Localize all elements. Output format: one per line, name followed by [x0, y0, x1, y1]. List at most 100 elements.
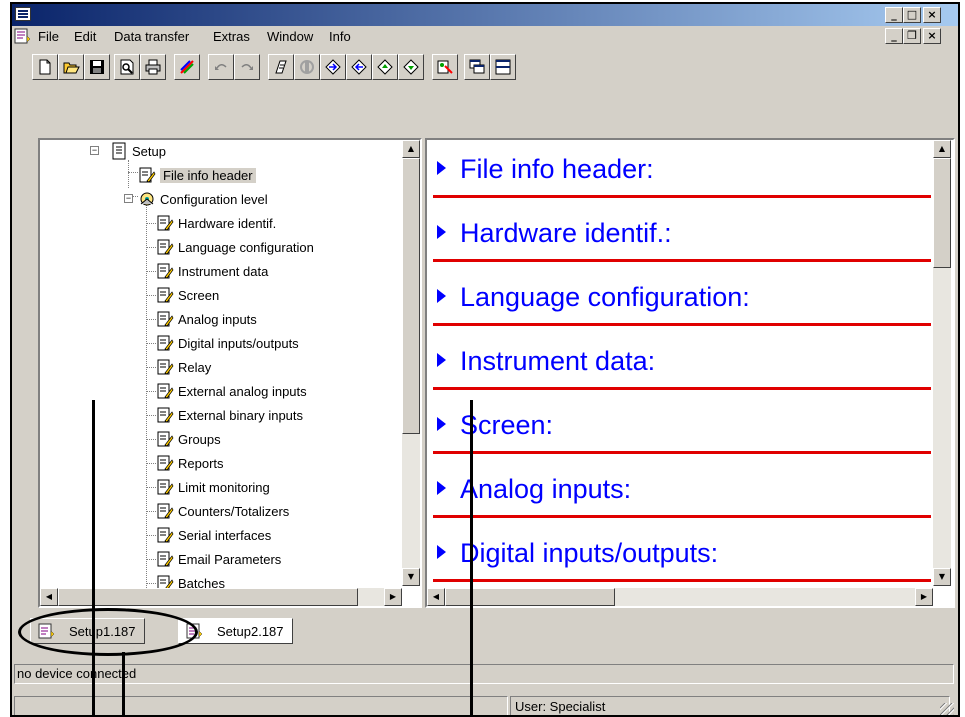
content-section[interactable]: Screen:: [433, 396, 931, 460]
disabled-transfer-button[interactable]: [294, 54, 320, 80]
tree-connector: [146, 223, 156, 224]
section-header[interactable]: Digital inputs/outputs:: [437, 538, 718, 569]
edit-document-icon: [157, 479, 174, 495]
app-icon[interactable]: [15, 7, 31, 21]
section-header[interactable]: Language configuration:: [437, 282, 750, 313]
section-header[interactable]: Instrument data:: [437, 346, 655, 377]
tree-label-file-info-header: File info header: [160, 167, 256, 183]
tree-item-file-info-header[interactable]: File info header: [138, 164, 256, 186]
transfer-button[interactable]: [268, 54, 294, 80]
tree-connector: [128, 172, 138, 173]
tree-item[interactable]: Email Parameters: [156, 548, 281, 570]
setup-tree[interactable]: − Setup File info header − Configuration…: [38, 138, 422, 608]
content-section[interactable]: Instrument data:: [433, 332, 931, 396]
menu-data-transfer[interactable]: Data transfer: [114, 29, 189, 44]
content-horizontal-scrollbar[interactable]: ◀ ▶: [427, 588, 933, 606]
section-title: Language configuration:: [460, 282, 750, 312]
child-minimize-button[interactable]: _: [885, 28, 903, 44]
child-close-button[interactable]: ×: [923, 28, 941, 44]
tree-vertical-scrollbar[interactable]: ▲ ▼: [402, 140, 420, 586]
open-button[interactable]: [58, 54, 84, 80]
tree-item[interactable]: Limit monitoring: [156, 476, 270, 498]
setup-content[interactable]: File info header: Hardware identif.: Langu…: [425, 138, 955, 608]
section-header[interactable]: Hardware identif.:: [437, 218, 672, 249]
menu-window[interactable]: Window: [267, 29, 313, 44]
menu-edit[interactable]: Edit: [74, 29, 96, 44]
tree-item[interactable]: External analog inputs: [156, 380, 307, 402]
tree-label: Instrument data: [178, 263, 269, 279]
upload-icon: [377, 59, 393, 75]
tree-item[interactable]: Reports: [156, 452, 224, 474]
tree-item[interactable]: Language configuration: [156, 236, 314, 258]
tree-item[interactable]: Serial interfaces: [156, 524, 271, 546]
tree-item[interactable]: Instrument data: [156, 260, 268, 282]
edit-document-icon: [157, 527, 174, 543]
save-icon: [90, 60, 104, 74]
user-status: User: Specialist: [510, 696, 950, 715]
color-button[interactable]: [174, 54, 200, 80]
scroll-up-button[interactable]: ▲: [402, 140, 420, 158]
new-button[interactable]: [32, 54, 58, 80]
content-section[interactable]: Digital inputs/outputs:: [433, 524, 931, 588]
minimize-button[interactable]: _: [885, 7, 903, 23]
tree-item[interactable]: Groups: [156, 428, 221, 450]
tree-connector: [146, 511, 156, 512]
scroll-thumb[interactable]: [402, 158, 420, 434]
save-button[interactable]: [84, 54, 110, 80]
print-button[interactable]: [140, 54, 166, 80]
undo-button[interactable]: [208, 54, 234, 80]
cascade-button[interactable]: [464, 54, 490, 80]
close-button[interactable]: ×: [923, 7, 941, 23]
scroll-thumb[interactable]: [933, 158, 951, 268]
expand-arrow-icon: [437, 480, 446, 495]
tree-item[interactable]: Analog inputs: [156, 308, 257, 330]
tree-item[interactable]: Screen: [156, 284, 219, 306]
menu-info[interactable]: Info: [329, 29, 351, 44]
section-header[interactable]: Analog inputs:: [437, 474, 631, 505]
tree-item[interactable]: External binary inputs: [156, 404, 303, 426]
maximize-button[interactable]: □: [903, 7, 921, 23]
menu-file[interactable]: File: [38, 29, 59, 44]
extras-button[interactable]: [432, 54, 458, 80]
write-button[interactable]: [346, 54, 372, 80]
edit-document-icon: [157, 503, 174, 519]
document-icon[interactable]: [14, 28, 30, 44]
scroll-down-button[interactable]: ▼: [402, 568, 420, 586]
child-restore-button[interactable]: ❐: [903, 28, 921, 44]
scroll-right-button[interactable]: ▶: [915, 588, 933, 606]
scroll-up-button[interactable]: ▲: [933, 140, 951, 158]
scroll-left-button[interactable]: ◀: [40, 588, 58, 606]
content-vertical-scrollbar[interactable]: ▲ ▼: [933, 140, 951, 586]
redo-button[interactable]: [234, 54, 260, 80]
upload-button[interactable]: [372, 54, 398, 80]
tree-item[interactable]: Counters/Totalizers: [156, 500, 289, 522]
scroll-right-button[interactable]: ▶: [384, 588, 402, 606]
tree-label: Groups: [178, 431, 221, 447]
scroll-left-button[interactable]: ◀: [427, 588, 445, 606]
download-button[interactable]: [398, 54, 424, 80]
tree-item[interactable]: Relay: [156, 356, 211, 378]
scroll-thumb[interactable]: [58, 588, 358, 606]
content-section[interactable]: Hardware identif.:: [433, 204, 931, 268]
content-section[interactable]: File info header:: [433, 140, 931, 204]
resize-grip[interactable]: [940, 703, 954, 715]
tree-item-setup[interactable]: Setup: [110, 140, 166, 162]
tree-label: External binary inputs: [178, 407, 304, 423]
tile-button[interactable]: [490, 54, 516, 80]
content-section[interactable]: Analog inputs:: [433, 460, 931, 524]
print-preview-button[interactable]: [114, 54, 140, 80]
tree-connector: [146, 415, 156, 416]
content-section[interactable]: Language configuration:: [433, 268, 931, 332]
collapse-toggle[interactable]: −: [124, 194, 133, 203]
tree-item[interactable]: Digital inputs/outputs: [156, 332, 299, 354]
tree-item[interactable]: Hardware identif.: [156, 212, 276, 234]
tree-item-configuration-level[interactable]: Configuration level: [138, 188, 268, 210]
read-button[interactable]: [320, 54, 346, 80]
scroll-down-button[interactable]: ▼: [933, 568, 951, 586]
section-header[interactable]: File info header:: [437, 154, 654, 185]
section-header[interactable]: Screen:: [437, 410, 553, 441]
collapse-toggle[interactable]: −: [90, 146, 99, 155]
menu-extras[interactable]: Extras: [213, 29, 250, 44]
title-bar[interactable]: _ □ ×: [12, 4, 958, 26]
redo-icon: [241, 64, 253, 70]
